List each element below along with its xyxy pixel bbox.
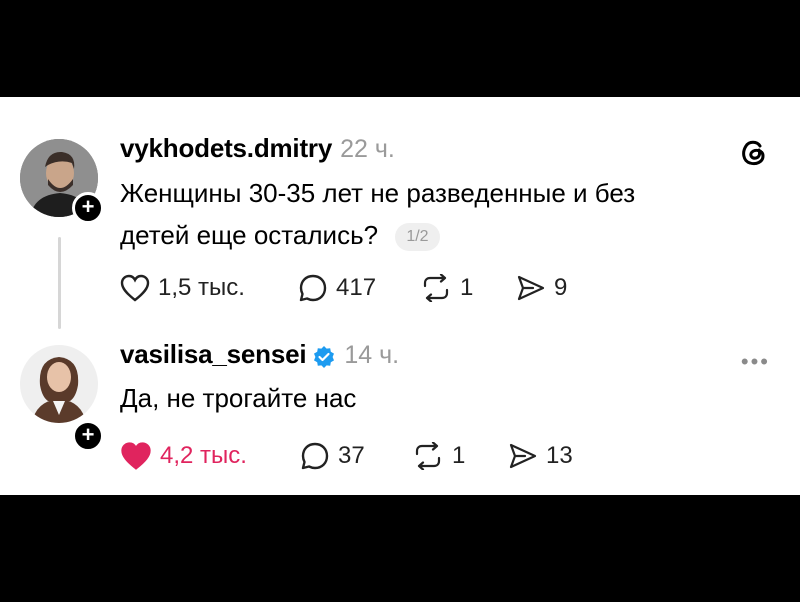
comment-icon — [299, 274, 327, 302]
comment-button[interactable]: 37 — [300, 441, 412, 471]
follow-plus-icon[interactable]: + — [72, 192, 104, 224]
threads-logo-icon — [736, 135, 770, 169]
repost-button[interactable]: 1 — [412, 442, 508, 470]
comment-count: 417 — [336, 274, 377, 301]
timestamp: 22 ч. — [340, 135, 395, 163]
like-button[interactable]: 4,2 тыс. — [120, 441, 300, 471]
repost-icon — [415, 442, 441, 470]
heart-icon — [121, 442, 151, 470]
action-bar: 1,5 тыс. 417 1 9 — [120, 271, 567, 305]
like-count: 1,5 тыс. — [158, 274, 245, 301]
comment-button[interactable]: 417 — [298, 273, 420, 303]
timestamp: 14 ч. — [344, 341, 400, 369]
share-icon — [509, 443, 537, 469]
avatar[interactable] — [20, 345, 98, 423]
post: + vasilisa_sensei 14 ч. ••• Да, не трога… — [0, 327, 800, 495]
like-button[interactable]: 1,5 тыс. — [120, 274, 298, 302]
username[interactable]: vykhodets.dmitry — [120, 133, 332, 164]
post-text-line: Да, не трогайте нас — [120, 383, 357, 413]
heart-icon — [120, 274, 150, 302]
share-icon — [517, 275, 545, 301]
post-text: Женщины 30-35 лет не разведенные и без д… — [120, 172, 720, 256]
share-count: 9 — [554, 274, 568, 301]
follow-plus-icon[interactable]: + — [72, 420, 104, 452]
post-text-line: детей еще остались? 1/2 — [120, 214, 720, 256]
post-header: vasilisa_sensei 14 ч. — [120, 339, 399, 371]
action-bar: 4,2 тыс. 37 1 13 — [120, 439, 573, 473]
post-header: vykhodets.dmitry 22 ч. — [120, 133, 395, 165]
post-text: Да, не трогайте нас — [120, 377, 356, 419]
repost-count: 1 — [460, 274, 474, 301]
post-text-line: Женщины 30-35 лет не разведенные и без — [120, 178, 636, 208]
verified-badge-icon — [312, 345, 336, 369]
share-count: 13 — [546, 442, 573, 469]
thread-card: + vykhodets.dmitry 22 ч. Женщины 30-35 л… — [0, 97, 800, 495]
like-count: 4,2 тыс. — [160, 442, 247, 469]
post-text-line-end: детей еще остались? — [120, 220, 379, 250]
repost-count: 1 — [452, 442, 466, 469]
share-button[interactable]: 9 — [516, 274, 567, 302]
page-badge[interactable]: 1/2 — [395, 223, 440, 251]
repost-button[interactable]: 1 — [420, 274, 516, 302]
share-button[interactable]: 13 — [508, 442, 573, 470]
comment-count: 37 — [338, 442, 365, 469]
post: + vykhodets.dmitry 22 ч. Женщины 30-35 л… — [0, 97, 800, 329]
thread-line — [58, 237, 61, 329]
more-options-icon[interactable]: ••• — [741, 349, 770, 375]
username[interactable]: vasilisa_sensei — [120, 339, 307, 370]
comment-icon — [301, 442, 329, 470]
repost-icon — [423, 274, 449, 302]
